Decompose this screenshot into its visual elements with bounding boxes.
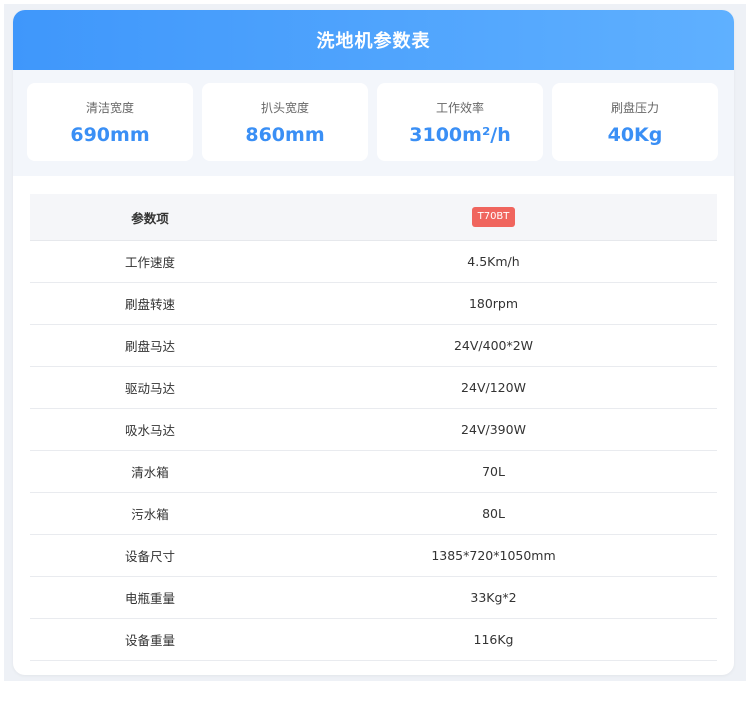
card-header: 洗地机参数表 (13, 10, 734, 70)
spec-table: 参数项 T70BT 工作速度 4.5Km/h 刷盘转速 180rpm 刷盘马达 … (13, 176, 734, 661)
table-row: 刷盘转速 180rpm (30, 283, 717, 325)
table-body: 工作速度 4.5Km/h 刷盘转速 180rpm 刷盘马达 24V/400*2W… (30, 241, 717, 661)
spec-card: 洗地机参数表 清洁宽度 690mm 扒头宽度 860mm 工作效率 3100m²… (13, 10, 734, 675)
stat-card-squeegee-width: 扒头宽度 860mm (202, 83, 368, 161)
stat-card-cleaning-width: 清洁宽度 690mm (27, 83, 193, 161)
table-row: 吸水马达 24V/390W (30, 409, 717, 451)
param-value: 33Kg*2 (470, 590, 517, 605)
stat-value: 3100m²/h (409, 123, 511, 146)
param-value: 1385*720*1050mm (431, 548, 556, 563)
table-row: 驱动马达 24V/120W (30, 367, 717, 409)
param-value: 80L (482, 506, 505, 521)
param-name: 吸水马达 (124, 423, 175, 438)
param-name: 驱动马达 (124, 381, 175, 396)
stat-label: 刷盘压力 (610, 100, 659, 115)
stat-label: 清洁宽度 (85, 100, 134, 115)
param-name: 刷盘马达 (124, 339, 175, 354)
stat-card-work-efficiency: 工作效率 3100m²/h (377, 83, 543, 161)
model-column-header: T70BT (270, 207, 717, 227)
param-value: 24V/400*2W (453, 338, 534, 353)
param-value: 24V/120W (461, 380, 526, 395)
param-name: 电瓶重量 (124, 591, 175, 606)
param-value: 116Kg (473, 632, 514, 647)
table-row: 电瓶重量 33Kg*2 (30, 577, 717, 619)
param-value: 180rpm (468, 296, 519, 311)
param-name: 设备尺寸 (124, 549, 175, 564)
param-value: 24V/390W (461, 422, 526, 437)
param-name: 设备重量 (124, 633, 175, 648)
stat-value: 40Kg (607, 123, 663, 146)
param-value: 70L (482, 464, 505, 479)
table-row: 设备尺寸 1385*720*1050mm (30, 535, 717, 577)
param-column-header: 参数项 (131, 210, 169, 226)
stat-value: 860mm (245, 123, 325, 146)
stat-label: 工作效率 (435, 100, 484, 115)
stats-bar: 清洁宽度 690mm 扒头宽度 860mm 工作效率 3100m²/h 刷盘压力… (13, 70, 734, 176)
table-header: 参数项 T70BT (30, 194, 717, 241)
model-badge: T70BT (471, 207, 516, 227)
page-title: 洗地机参数表 (316, 31, 431, 52)
param-name: 清水箱 (131, 465, 169, 480)
param-name: 工作速度 (124, 255, 175, 270)
page-background: 洗地机参数表 清洁宽度 690mm 扒头宽度 860mm 工作效率 3100m²… (4, 4, 746, 681)
param-value: 4.5Km/h (467, 254, 520, 269)
param-name: 刷盘转速 (124, 297, 175, 312)
table-row: 刷盘马达 24V/400*2W (30, 325, 717, 367)
stat-label: 扒头宽度 (260, 100, 309, 115)
stat-value: 690mm (70, 123, 150, 146)
table-row: 工作速度 4.5Km/h (30, 241, 717, 283)
table-row: 污水箱 80L (30, 493, 717, 535)
table-row: 清水箱 70L (30, 451, 717, 493)
param-name: 污水箱 (131, 507, 169, 522)
stat-card-brush-pressure: 刷盘压力 40Kg (552, 83, 718, 161)
table-row: 设备重量 116Kg (30, 619, 717, 661)
